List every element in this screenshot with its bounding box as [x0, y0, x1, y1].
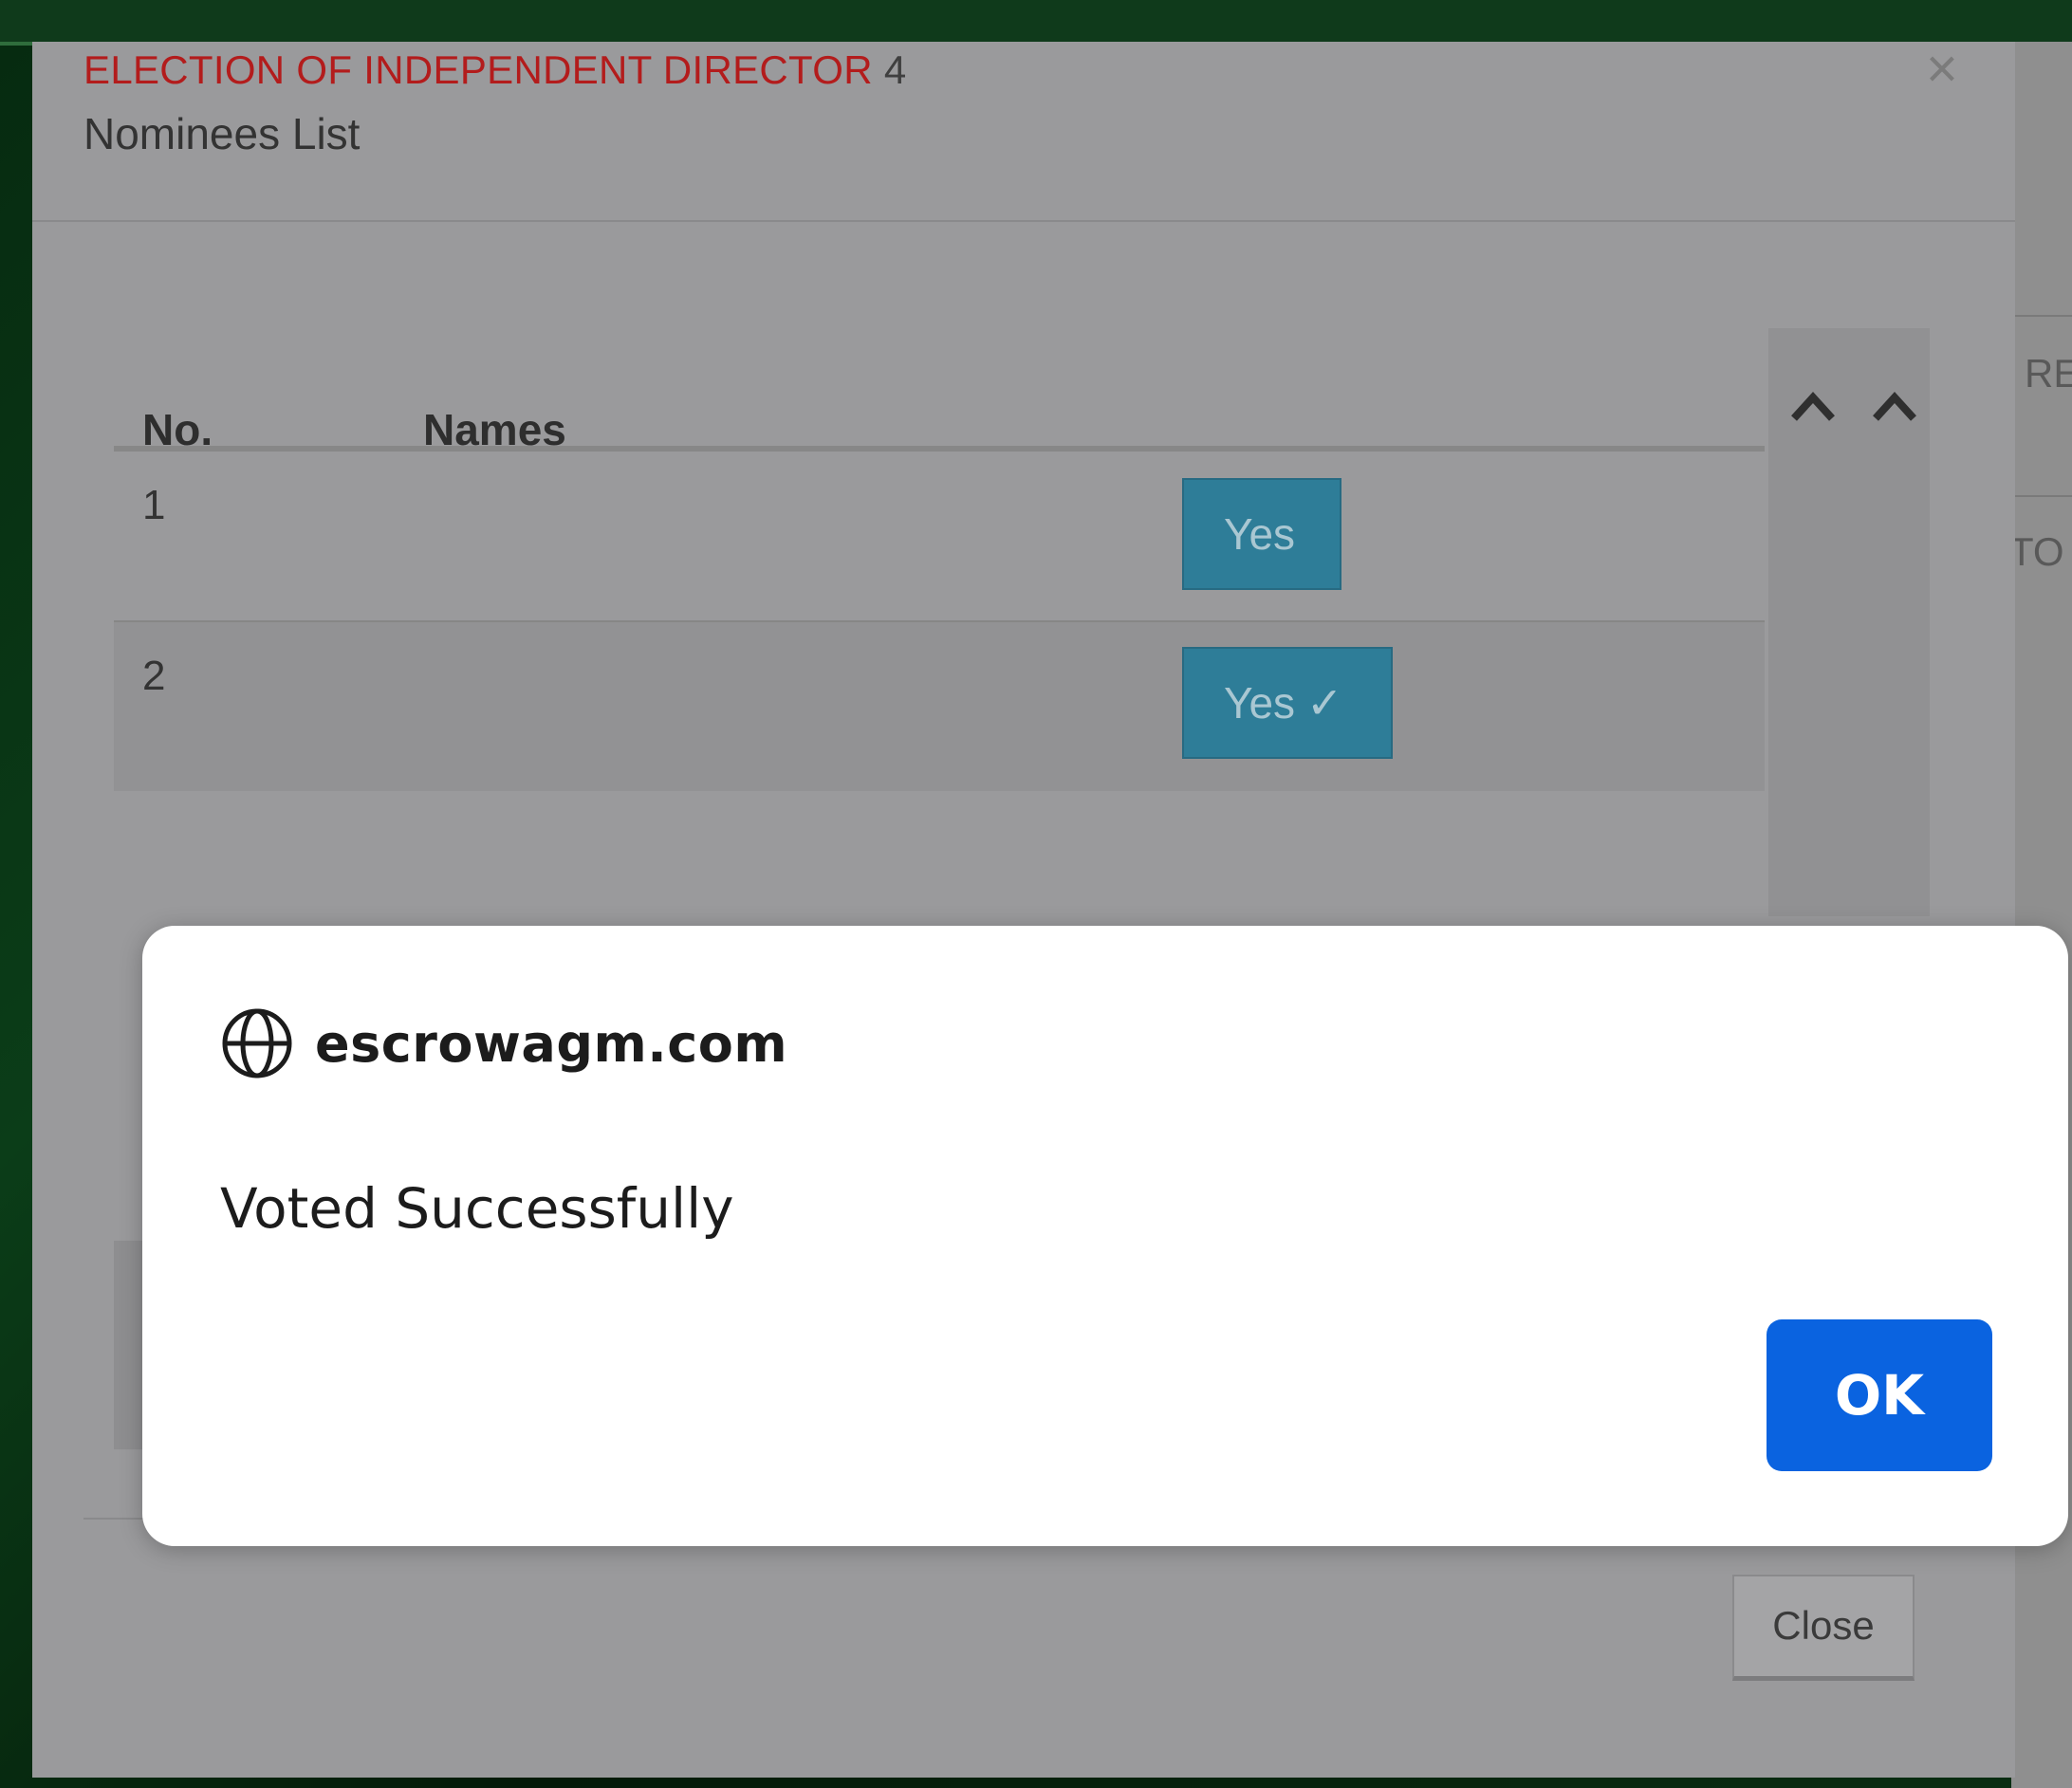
- row-number: 2: [142, 653, 166, 699]
- election-number: 4: [883, 47, 907, 92]
- background-text: TO: [2009, 529, 2064, 574]
- alert-dialog: escrowagm.com Voted Successfully OK: [142, 926, 2068, 1546]
- vote-yes-button-selected[interactable]: Yes ✓: [1182, 647, 1393, 759]
- background-text: RE: [2025, 351, 2072, 396]
- column-header-names: Names: [423, 405, 566, 454]
- chevron-up-icon[interactable]: [1871, 385, 1918, 431]
- background-divider: [2015, 495, 2072, 497]
- background-topbar: [0, 0, 2072, 46]
- vote-yes-label: Yes: [1224, 509, 1296, 559]
- alert-origin: escrowagm.com: [220, 1005, 787, 1081]
- background-divider: [2015, 315, 2072, 317]
- vote-yes-button[interactable]: Yes: [1182, 478, 1341, 590]
- ok-button[interactable]: OK: [1767, 1319, 1992, 1471]
- alert-domain: escrowagm.com: [315, 1013, 788, 1074]
- column-header-no: No.: [142, 405, 213, 454]
- close-icon[interactable]: ×: [1926, 42, 1958, 97]
- vote-yes-label: Yes: [1224, 678, 1296, 728]
- election-title: ELECTION OF INDEPENDENT DIRECTOR: [83, 47, 873, 92]
- close-button[interactable]: Close: [1732, 1575, 1915, 1681]
- table-header: No. Names: [114, 328, 1765, 454]
- modal-title: ELECTION OF INDEPENDENT DIRECTOR 4: [83, 47, 906, 93]
- table-row: 2 Yes ✓: [114, 622, 1765, 791]
- table-row: 1 Yes: [114, 452, 1765, 622]
- globe-icon: [220, 1006, 294, 1080]
- check-icon: ✓: [1306, 678, 1343, 728]
- row-number: 1: [142, 482, 166, 528]
- modal-subtitle: Nominees List: [83, 109, 361, 158]
- nominees-table: No. Names 1 Yes 2 Yes ✓: [114, 328, 1765, 831]
- chevron-up-icon[interactable]: [1789, 385, 1837, 431]
- modal-header: ELECTION OF INDEPENDENT DIRECTOR 4 Nomin…: [32, 42, 2015, 222]
- alert-message: Voted Successfully: [220, 1176, 734, 1241]
- scroll-controls: [1768, 328, 1930, 916]
